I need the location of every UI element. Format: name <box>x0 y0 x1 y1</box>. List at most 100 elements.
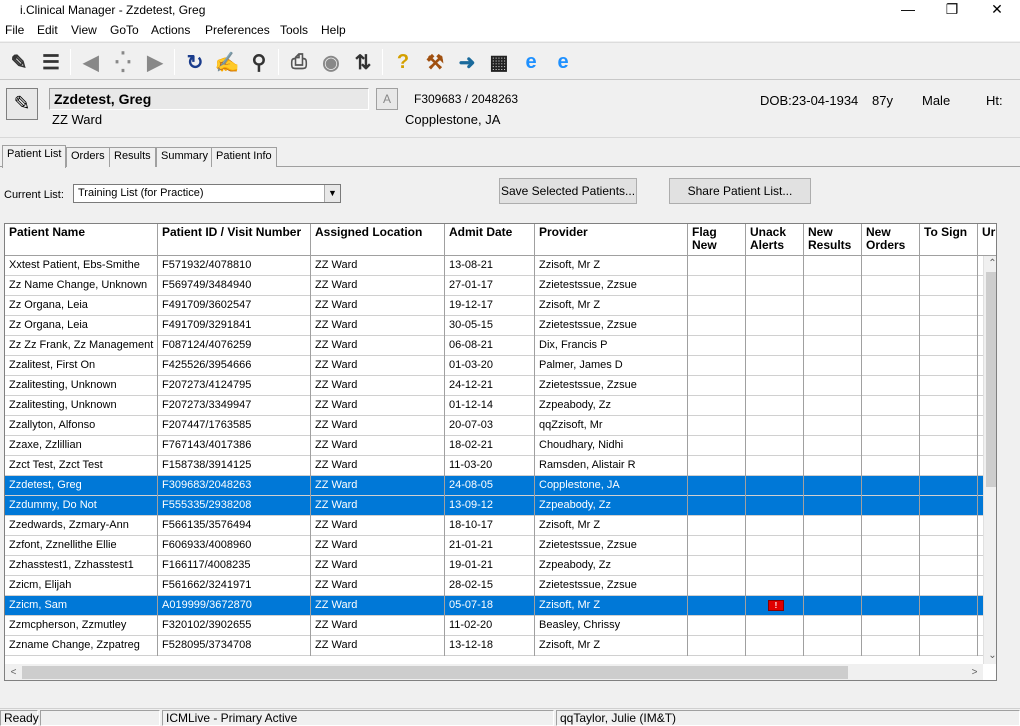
toolbar-separator <box>174 49 175 75</box>
table-row[interactable]: Zzalitesting, Unknown F207273/4124795 ZZ W… <box>5 376 996 396</box>
menu-view[interactable]: View <box>71 23 97 37</box>
cell-name: Zzicm, Sam <box>5 596 158 616</box>
cell-empty <box>920 436 978 456</box>
table-row[interactable]: Zz Organa, Leia F491709/3602547 ZZ Ward 19-… <box>5 296 996 316</box>
table-row[interactable]: Zzallyton, Alfonso F207447/1763585 ZZ Ward… <box>5 416 996 436</box>
tab-patient-info[interactable]: Patient Info <box>211 147 277 167</box>
table-row[interactable]: Zz Name Change, Unknown F569749/3484940 ZZ… <box>5 276 996 296</box>
patient-chart-icon[interactable]: ✎ <box>6 49 32 75</box>
vertical-scrollbar[interactable]: ⌃ ⌄ <box>983 256 996 664</box>
share-patient-list-button[interactable]: Share Patient List... <box>669 178 811 204</box>
cell-empty <box>688 456 746 476</box>
help-icon[interactable]: ? <box>390 49 416 75</box>
current-list-label: Current List: <box>4 189 64 201</box>
patient-list-icon[interactable]: ☰ <box>38 49 64 75</box>
table-row[interactable]: Zzname Change, Zzpatreg F528095/3734708 ZZ… <box>5 636 996 656</box>
table-row[interactable]: Zzct Test, Zzct Test F158738/3914125 ZZ Wa… <box>5 456 996 476</box>
table-row[interactable]: Zzalitest, First On F425526/3954666 ZZ War… <box>5 356 996 376</box>
status-blank <box>40 710 160 726</box>
tab-summary[interactable]: Summary <box>156 147 214 167</box>
column-header[interactable]: Ur <box>978 224 996 256</box>
table-row[interactable]: Zzalitesting, Unknown F207273/3349947 ZZ W… <box>5 396 996 416</box>
column-header[interactable]: New Results <box>804 224 862 256</box>
column-header[interactable]: Flag New <box>688 224 746 256</box>
print-icon[interactable]: ⎙ <box>286 49 312 75</box>
vertical-scroll-thumb[interactable] <box>986 272 996 487</box>
cell-id: F207447/1763585 <box>158 416 311 436</box>
column-header[interactable]: Patient Name <box>5 224 158 256</box>
calculator-icon[interactable]: ▦ <box>486 49 512 75</box>
table-row[interactable]: Zzdetest, Greg F309683/2048263 ZZ Ward 24-0… <box>5 476 996 496</box>
cell-prov: Zzisoft, Mr Z <box>535 516 688 536</box>
patient-record-icon[interactable]: ✎ <box>6 88 38 120</box>
back-icon[interactable]: ◀ <box>78 49 104 75</box>
column-header[interactable]: To Sign <box>920 224 978 256</box>
column-header[interactable]: Provider <box>535 224 688 256</box>
chevron-down-icon[interactable]: ▼ <box>324 185 340 202</box>
horizontal-scrollbar[interactable]: < > <box>5 664 983 680</box>
menu-help[interactable]: Help <box>321 23 346 37</box>
table-row[interactable]: Zzfont, Zznellithe Ellie F606933/4008960 Z… <box>5 536 996 556</box>
minimize-icon[interactable]: — <box>886 0 930 20</box>
current-list-select[interactable]: Training List (for Practice) ▼ <box>73 184 341 203</box>
menu-file[interactable]: File <box>5 23 24 37</box>
table-row[interactable]: Zzicm, Elijah F561662/3241971 ZZ Ward 28-02… <box>5 576 996 596</box>
table-row[interactable]: Zzdummy, Do Not F555335/2938208 ZZ Ward 13-… <box>5 496 996 516</box>
table-row[interactable]: Zzicm, Sam A019999/3672870 ZZ Ward 05-07-18… <box>5 596 996 616</box>
forward-icon[interactable]: ▶ <box>142 49 168 75</box>
menu-preferences[interactable]: Preferences <box>205 23 270 37</box>
cell-date: 01-03-20 <box>445 356 535 376</box>
cell-date: 05-07-18 <box>445 596 535 616</box>
column-header[interactable]: Assigned Location <box>311 224 445 256</box>
cell-empty <box>862 576 920 596</box>
cell-empty <box>862 456 920 476</box>
table-row[interactable]: Zz Zz Frank, Zz Management F087124/407625… <box>5 336 996 356</box>
column-header[interactable]: Admit Date <box>445 224 535 256</box>
cell-name: Zzdummy, Do Not <box>5 496 158 516</box>
stamp-icon[interactable]: ◉ <box>318 49 344 75</box>
table-row[interactable]: Zzedwards, Zzmary-Ann F566135/3576494 ZZ W… <box>5 516 996 536</box>
people-icon[interactable]: ⁛ <box>110 49 136 75</box>
menu-tools[interactable]: Tools <box>280 23 308 37</box>
browser-icon[interactable]: e <box>550 49 576 75</box>
search-icon[interactable]: ⚲ <box>246 49 272 75</box>
menu-edit[interactable]: Edit <box>37 23 58 37</box>
restore-icon[interactable]: ❐ <box>930 0 974 20</box>
table-row[interactable]: Zzmcpherson, Zzmutley F320102/3902655 ZZ W… <box>5 616 996 636</box>
close-icon[interactable]: ✕ <box>975 0 1019 20</box>
horizontal-scroll-thumb[interactable] <box>22 666 848 679</box>
tools-icon[interactable]: ⚒ <box>422 49 448 75</box>
column-header[interactable]: Unack Alerts <box>746 224 804 256</box>
scroll-down-icon[interactable]: ⌄ <box>984 648 996 664</box>
cell-empty <box>688 376 746 396</box>
tab-results[interactable]: Results <box>109 147 156 167</box>
browser-icon[interactable]: e <box>518 49 544 75</box>
cell-empty <box>920 556 978 576</box>
cell-empty <box>920 616 978 636</box>
table-row[interactable]: Zz Organa, Leia F491709/3291841 ZZ Ward 30-… <box>5 316 996 336</box>
cell-empty <box>862 396 920 416</box>
edit-icon[interactable]: ✍ <box>214 49 240 75</box>
table-row[interactable]: Xxtest Patient, Ebs-Smithe F571932/407881… <box>5 256 996 276</box>
table-row[interactable]: Zzaxe, Zzlillian F767143/4017386 ZZ Ward 18… <box>5 436 996 456</box>
refresh-icon[interactable]: ↻ <box>182 49 208 75</box>
sort-icon[interactable]: ⇅ <box>350 49 376 75</box>
save-selected-patients-button[interactable]: Save Selected Patients... <box>499 178 637 204</box>
cell-empty <box>746 616 804 636</box>
scroll-right-icon[interactable]: > <box>966 664 983 680</box>
menu-goto[interactable]: GoTo <box>110 23 139 37</box>
cell-empty <box>862 436 920 456</box>
cell-id: F767143/4017386 <box>158 436 311 456</box>
unack-alert-icon[interactable]: ! <box>768 600 784 611</box>
column-header[interactable]: New Orders <box>862 224 920 256</box>
scroll-up-icon[interactable]: ⌃ <box>984 256 996 272</box>
tab-orders[interactable]: Orders <box>66 147 110 167</box>
column-header[interactable]: Patient ID / Visit Number <box>158 224 311 256</box>
menu-actions[interactable]: Actions <box>151 23 190 37</box>
table-row[interactable]: Zzhasstest1, Zzhasstest1 F166117/4008235 Z… <box>5 556 996 576</box>
tab-patient-list[interactable]: Patient List <box>2 145 67 168</box>
allergy-alert-button[interactable]: A <box>376 88 398 110</box>
cell-empty <box>746 436 804 456</box>
exit-icon[interactable]: ➜ <box>454 49 480 75</box>
scroll-left-icon[interactable]: < <box>5 664 22 680</box>
